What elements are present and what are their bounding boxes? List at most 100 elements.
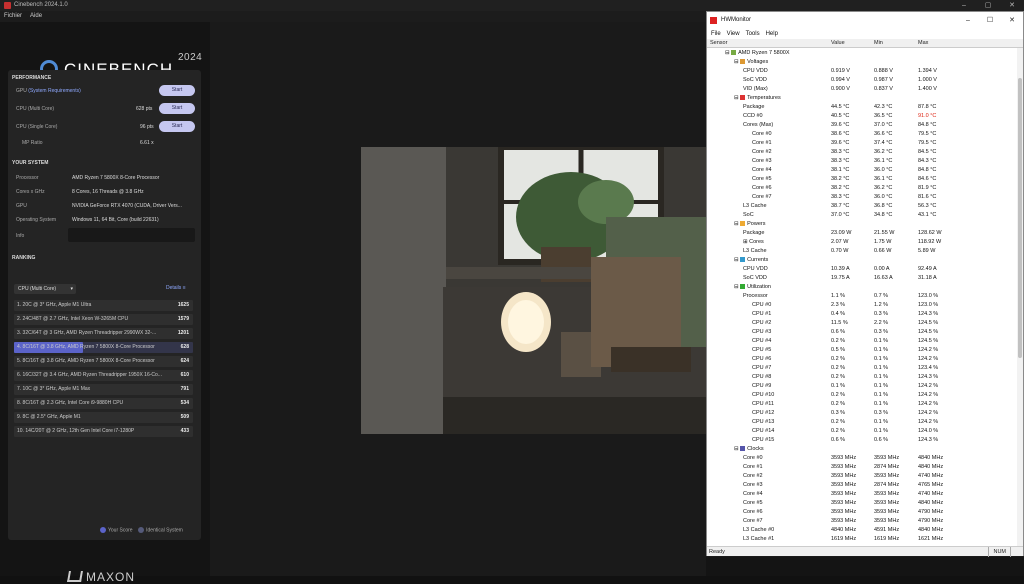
sensor-row[interactable]: CPU #2 11.5 % 2.2 % 124.5 % (707, 319, 1017, 328)
sensor-max: 4840 MHz (918, 527, 944, 533)
sensor-row[interactable]: CPU #14 0.2 % 0.1 % 124.0 % (707, 427, 1017, 436)
hw-minimize-button[interactable]: – (957, 12, 979, 29)
sensor-row[interactable]: Core #7 3593 MHz 3593 MHz 4790 MHz (707, 517, 1017, 526)
column-min[interactable]: Min (874, 39, 883, 48)
sensor-row[interactable]: Core #5 3593 MHz 3593 MHz 4840 MHz (707, 499, 1017, 508)
sensor-min: 0.3 % (874, 329, 889, 335)
start-multi-core-button[interactable]: Start (159, 103, 195, 114)
sensor-row[interactable]: VID (Max) 0.900 V 0.837 V 1.400 V (707, 85, 1017, 94)
close-button[interactable]: ✕ (1000, 0, 1024, 11)
sensor-row[interactable]: Core #4 38.1 °C 36.0 °C 84.8 °C (707, 166, 1017, 175)
sensor-row[interactable]: CPU VDD 10.39 A 0.00 A 92.49 A (707, 265, 1017, 274)
sensor-row[interactable]: Core #2 3593 MHz 3593 MHz 4740 MHz (707, 472, 1017, 481)
sensor-row[interactable]: Core #7 38.3 °C 36.0 °C 81.6 °C (707, 193, 1017, 202)
sensor-row[interactable]: CPU #6 0.2 % 0.1 % 124.2 % (707, 355, 1017, 364)
sensor-row[interactable]: CPU #9 0.1 % 0.1 % 124.2 % (707, 382, 1017, 391)
menu-file[interactable]: File (711, 31, 721, 37)
scrollbar-thumb[interactable] (1018, 78, 1022, 358)
sensor-row[interactable]: L3 Cache 38.7 °C 36.8 °C 56.3 °C (707, 202, 1017, 211)
sensor-row[interactable]: Package 23.09 W 21.55 W 128.62 W (707, 229, 1017, 238)
ranking-row[interactable]: 10. 14C/20T @ 2 GHz, 12th Gen Intel Core… (14, 426, 193, 437)
tree-group-row[interactable]: ⊟ Clocks (707, 445, 1017, 454)
maxon-logo-text: MAXON (86, 570, 136, 584)
ranking-row[interactable]: 2. 24C/48T @ 2.7 GHz, Intel Xeon W-3265M… (14, 314, 193, 325)
sensor-row[interactable]: CPU #5 0.5 % 0.1 % 124.2 % (707, 346, 1017, 355)
sensor-row[interactable]: Core #3 38.3 °C 36.1 °C 84.3 °C (707, 157, 1017, 166)
column-sensor[interactable]: Sensor (710, 39, 727, 48)
sensor-row[interactable]: CPU #0 2.3 % 1.2 % 123.0 % (707, 301, 1017, 310)
sensor-name: CPU #6 (752, 356, 772, 362)
menu-help[interactable]: Help (766, 31, 778, 37)
menu-tools[interactable]: Tools (746, 31, 760, 37)
sensor-name: Package (743, 230, 765, 236)
sensor-row[interactable]: CPU #4 0.2 % 0.1 % 124.5 % (707, 337, 1017, 346)
menu-view[interactable]: View (727, 31, 740, 37)
sensor-row[interactable]: CPU #3 0.6 % 0.3 % 124.5 % (707, 328, 1017, 337)
tree-group-row[interactable]: ⊟ Voltages (707, 58, 1017, 67)
sensor-row[interactable]: Core #0 38.6 °C 36.6 °C 79.5 °C (707, 130, 1017, 139)
sensor-min: 0.1 % (874, 356, 889, 362)
menu-fichier[interactable]: Fichier (4, 13, 22, 19)
sensor-row[interactable]: L3 Cache #1 1619 MHz 1619 MHz 1621 MHz (707, 535, 1017, 544)
ranking-row[interactable]: 3. 32C/64T @ 3 GHz, AMD Ryzen Threadripp… (14, 328, 193, 339)
tree-group-row[interactable]: ⊟ Temperatures (707, 94, 1017, 103)
sensor-row[interactable]: SoC 37.0 °C 34.8 °C 43.1 °C (707, 211, 1017, 220)
ranking-select[interactable]: CPU (Multi Core) ▾ (14, 284, 76, 294)
sensor-name: Core #0 (743, 455, 763, 461)
start-single-core-button[interactable]: Start (159, 121, 195, 132)
sensor-row[interactable]: CPU #7 0.2 % 0.1 % 123.4 % (707, 364, 1017, 373)
ranking-row[interactable]: 6. 16C/32T @ 3.4 GHz, AMD Ryzen Threadri… (14, 370, 193, 381)
sensor-row[interactable]: CPU VDD 0.919 V 0.888 V 1.394 V (707, 67, 1017, 76)
sensor-name-cell: Core #3 (743, 481, 763, 490)
info-input[interactable] (68, 228, 195, 242)
sensor-row[interactable]: CPU #12 0.3 % 0.3 % 124.2 % (707, 409, 1017, 418)
hw-close-button[interactable]: ✕ (1001, 12, 1023, 29)
sensor-row[interactable]: ⊞ Cores 2.07 W 1.75 W 118.92 W (707, 238, 1017, 247)
sensor-row[interactable]: CPU #15 0.6 % 0.6 % 124.3 % (707, 436, 1017, 445)
column-value[interactable]: Value (831, 39, 845, 48)
tree-group-row[interactable]: ⊟ AMD Ryzen 7 5800X (707, 49, 1017, 58)
ranking-row[interactable]: 9. 8C @ 2.5* GHz, Apple M1 509 (14, 412, 193, 423)
sensor-row[interactable]: L3 Cache #0 4840 MHz 4591 MHz 4840 MHz (707, 526, 1017, 535)
ranking-row[interactable]: 8. 8C/16T @ 2.3 GHz, Intel Core i9-9880H… (14, 398, 193, 409)
column-max[interactable]: Max (918, 39, 928, 48)
tree-group-row[interactable]: ⊟ Utilization (707, 283, 1017, 292)
sensor-row[interactable]: Core #0 3593 MHz 3593 MHz 4840 MHz (707, 454, 1017, 463)
sensor-name-cell: Core #2 (752, 148, 772, 157)
sensor-row[interactable]: Package 44.5 °C 42.3 °C 87.8 °C (707, 103, 1017, 112)
sensor-row[interactable]: Core #6 3593 MHz 3593 MHz 4790 MHz (707, 508, 1017, 517)
sensor-row[interactable]: SoC VDD 19.75 A 16.63 A 31.18 A (707, 274, 1017, 283)
maximize-button[interactable]: ▢ (976, 0, 1000, 11)
sensor-row[interactable]: Processor 1.1 % 0.7 % 123.0 % (707, 292, 1017, 301)
sensor-row[interactable]: Cores (Max) 39.6 °C 37.0 °C 84.8 °C (707, 121, 1017, 130)
start-gpu-button[interactable]: Start (159, 85, 195, 96)
ranking-row[interactable]: 4. 8C/16T @ 3.8 GHz, AMD Ryzen 7 5800X 8… (14, 342, 193, 353)
tree-group-row[interactable]: ⊟ Currents (707, 256, 1017, 265)
system-requirements-link[interactable]: (System Requirements) (28, 88, 81, 94)
sensor-row[interactable]: Core #6 38.2 °C 36.2 °C 81.9 °C (707, 184, 1017, 193)
sensor-row[interactable]: CPU #11 0.2 % 0.1 % 124.2 % (707, 400, 1017, 409)
tree-group-row[interactable]: ⊟ Powers (707, 220, 1017, 229)
minimize-button[interactable]: – (952, 0, 976, 11)
sensor-row[interactable]: CPU #8 0.2 % 0.1 % 124.3 % (707, 373, 1017, 382)
ranking-row[interactable]: 5. 8C/16T @ 3.8 GHz, AMD Ryzen 7 5800X 8… (14, 356, 193, 367)
sensor-row[interactable]: Core #3 3593 MHz 2874 MHz 4765 MHz (707, 481, 1017, 490)
menu-aide[interactable]: Aide (30, 13, 42, 19)
sensor-row[interactable]: SoC VDD 0.994 V 0.987 V 1.000 V (707, 76, 1017, 85)
sensor-row[interactable]: CPU #1 0.4 % 0.3 % 124.3 % (707, 310, 1017, 319)
sys-label: Processor (16, 175, 39, 181)
hw-maximize-button[interactable]: ☐ (979, 12, 1001, 29)
ranking-row[interactable]: 7. 10C @ 3* GHz, Apple M1 Max 791 (14, 384, 193, 395)
sensor-row[interactable]: Core #2 38.3 °C 36.2 °C 84.5 °C (707, 148, 1017, 157)
sensor-row[interactable]: Core #4 3593 MHz 3593 MHz 4740 MHz (707, 490, 1017, 499)
sensor-row[interactable]: Core #1 39.6 °C 37.4 °C 79.5 °C (707, 139, 1017, 148)
sensor-row[interactable]: Core #5 38.2 °C 36.1 °C 84.6 °C (707, 175, 1017, 184)
sensor-row[interactable]: CPU #13 0.2 % 0.1 % 124.2 % (707, 418, 1017, 427)
vertical-scrollbar[interactable] (1017, 48, 1023, 546)
details-button[interactable]: Details ≡ (166, 285, 186, 291)
ranking-row[interactable]: 1. 20C @ 3* GHz, Apple M1 Ultra 1625 (14, 300, 193, 311)
sensor-row[interactable]: L3 Cache 0.70 W 0.66 W 5.89 W (707, 247, 1017, 256)
sensor-row[interactable]: CCD #0 40.5 °C 36.5 °C 91.0 °C (707, 112, 1017, 121)
sensor-row[interactable]: CPU #10 0.2 % 0.1 % 124.2 % (707, 391, 1017, 400)
sensor-row[interactable]: Core #1 3593 MHz 2874 MHz 4840 MHz (707, 463, 1017, 472)
